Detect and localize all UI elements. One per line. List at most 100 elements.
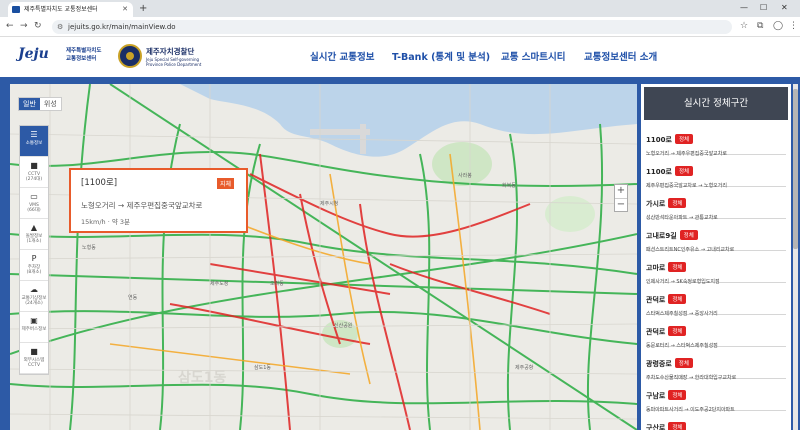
road-name: 관덕로 — [646, 328, 666, 336]
congestion-badge: 정체 — [668, 198, 687, 208]
layer-weather[interactable]: ☁ 교통기상정보 (24개소) — [20, 281, 48, 312]
layers-icon: ☰ — [30, 130, 38, 139]
nav-tbank[interactable]: T-Bank (통계 및 분석) — [392, 49, 490, 63]
congestion-list-item[interactable]: 구남로 정체 동마아파트사거리 → 이도주공2단지아파트 — [646, 379, 786, 413]
layer-parking[interactable]: P 주차장 (8개소) — [20, 250, 48, 281]
zoom-out-button[interactable]: − — [615, 198, 627, 211]
congestion-badge: 정체 — [674, 134, 694, 144]
congestion-badge: 정체 — [668, 262, 687, 272]
bus-icon: ▣ — [30, 316, 38, 325]
layer-vms[interactable]: ▭ VMS (66대) — [20, 188, 48, 219]
map-type-normal[interactable]: 일반 — [19, 98, 40, 110]
police-subtitle: Jeju Special Self-governing Province Pol… — [146, 57, 202, 67]
congestion-badge: 정체 — [679, 230, 698, 240]
browser-tab-bar: 제주특별자치도 교통정보센터 ✕ + — ☐ ✕ — [0, 0, 800, 17]
zoom-in-button[interactable]: + — [615, 185, 627, 198]
popup-status-badge: 지체 — [216, 178, 234, 189]
road-name: 관덕로 — [646, 296, 666, 304]
profile-icon[interactable]: ◯ — [773, 21, 783, 31]
congestion-list-item[interactable]: 관덕로 정체 스타벅스제주칠성점 → 중앙사거리 — [646, 283, 786, 317]
district-label: 삼도1동 — [178, 370, 227, 386]
maximize-icon[interactable]: ☐ — [760, 3, 767, 12]
favicon-icon — [12, 6, 20, 13]
parking-icon: P — [31, 254, 37, 263]
new-tab-icon[interactable]: + — [139, 2, 147, 15]
reload-icon[interactable]: ↻ — [34, 21, 42, 31]
road-name: 1100로 — [646, 136, 672, 144]
congestion-list-item[interactable]: 관덕로 정체 동문로터리 → 스타벅스제주칠성점 — [646, 315, 786, 349]
browser-tab[interactable]: 제주특별자치도 교통정보센터 ✕ — [8, 2, 133, 17]
close-window-icon[interactable]: ✕ — [781, 3, 788, 12]
site-header: Jeju 제주특별자치도 교통정보센터 제주자치경찰단 Jeju Special… — [0, 37, 800, 77]
map-label: 신산공원 — [334, 323, 353, 329]
popup-road-name: [1100로] — [81, 178, 118, 188]
congestion-badge: 정체 — [668, 422, 687, 430]
congestion-list-item[interactable]: 고내로9길 정체 패션스트리트NC인주유소 → 고내리교차로 — [646, 219, 786, 253]
nav-realtime-traffic[interactable]: 실시간 교통정보 — [310, 49, 375, 63]
road-name: 고마로 — [646, 264, 666, 272]
back-icon[interactable]: ← — [6, 21, 14, 31]
congestion-list-item[interactable]: 1100로 정체 제주우편집중국앞교차로 → 노형오거리 — [646, 155, 786, 189]
jeju-logo-subtitle: 제주특별자치도 교통정보센터 — [66, 48, 102, 62]
layer-cctv[interactable]: ■ CCTV (274대) — [20, 157, 48, 188]
road-name: 1100로 — [646, 168, 672, 176]
nav-center-intro[interactable]: 교통정보센터 소개 — [584, 49, 657, 63]
congestion-badge: 정체 — [668, 294, 687, 304]
congestion-panel: 실시간 정체구간 1100로 정체 노형오거리 → 제주우편집중국앞교차로 1100로… — [641, 84, 791, 430]
url-field[interactable]: ⚙ jejuits.go.kr/main/mainView.do — [52, 20, 732, 34]
warning-icon: ▲ — [30, 223, 38, 232]
congestion-list-item[interactable]: 1100로 정체 노형오거리 → 제주우편집중국앞교차로 — [646, 123, 786, 157]
zoom-control: + − — [614, 184, 628, 212]
vms-icon: ▭ — [30, 192, 38, 201]
minimize-icon[interactable]: — — [740, 3, 748, 12]
scrollbar-thumb[interactable] — [793, 89, 798, 249]
panel-title: 실시간 정체구간 — [644, 87, 788, 120]
extensions-icon[interactable]: ⧉ — [757, 21, 763, 31]
weather-icon: ☁ — [30, 285, 38, 294]
address-bar: ← → ↻ ⚙ jejuits.go.kr/main/mainView.do ☆… — [0, 17, 800, 37]
layer-incident[interactable]: ▲ 돌발정보 (1개소) — [20, 219, 48, 250]
police-emblem-icon[interactable] — [118, 44, 142, 68]
popup-speed: 15km/h · 약 3분 — [81, 218, 131, 226]
url-text: jejuits.go.kr/main/mainView.do — [68, 23, 176, 31]
map-label: 제주도청 — [210, 281, 229, 287]
bookmark-star-icon[interactable]: ☆ — [740, 21, 748, 31]
jeju-logo[interactable]: Jeju — [18, 46, 49, 62]
layer-bus[interactable]: ▣ 제주버스정보 — [20, 312, 48, 343]
congestion-list-item[interactable]: 광령중로 정체 주차도수산물직매장 → 한라대학입구교차로 — [646, 347, 786, 381]
panel-scrollbar[interactable] — [793, 84, 798, 430]
police-title[interactable]: 제주자치경찰단 — [146, 46, 194, 57]
map-type-satellite[interactable]: 위성 — [40, 98, 61, 110]
site-info-icon[interactable]: ⚙ — [57, 20, 63, 34]
map-canvas — [10, 84, 637, 430]
layer-traffic[interactable]: ☰ 소통정보 — [20, 126, 48, 157]
menu-icon[interactable]: ⋮ — [789, 21, 798, 31]
map-label: 화북동 — [502, 183, 516, 189]
layer-external-cctv[interactable]: ■ 외부시스템 CCTV — [20, 343, 48, 374]
map-type-toggle: 일반 위성 — [18, 97, 62, 111]
forward-icon[interactable]: → — [20, 21, 28, 31]
congestion-list-item[interactable]: 구산로 정체 — [646, 411, 786, 430]
road-name: 광령중로 — [646, 360, 672, 368]
road-name: 구남로 — [646, 392, 666, 400]
congestion-badge: 정체 — [674, 358, 693, 368]
map-label: 제주시청 — [320, 201, 339, 207]
map-label: 노형동 — [82, 245, 96, 251]
road-name: 고내로9길 — [646, 232, 677, 240]
map-label: 연동 — [128, 295, 138, 301]
road-info-popup: [1100로] 지체 노형오거리 → 제주우편집중국앞교차로 15km/h · … — [69, 168, 248, 233]
congestion-badge: 정체 — [668, 326, 687, 336]
map-layer-menu: ☰ 소통정보 ■ CCTV (274대) ▭ VMS (66대) ▲ 돌발정보 … — [19, 125, 49, 375]
nav-smart-city[interactable]: 교통 스마트시티 — [501, 49, 566, 63]
close-tab-icon[interactable]: ✕ — [122, 2, 128, 17]
congestion-list-item[interactable]: 가시로 정체 성산반석타운아파트 → 관통교차로 — [646, 187, 786, 221]
map-label: 삼도1동 — [254, 365, 271, 371]
traffic-map[interactable]: 삼도1동 사라봉 화북동 제주시청 제주도청 오라동 연동 노형동 삼도1동 신… — [10, 84, 637, 430]
congestion-list: 1100로 정체 노형오거리 → 제주우편집중국앞교차로 1100로 정체 제주우편집중국… — [641, 123, 791, 430]
tab-title: 제주특별자치도 교통정보센터 — [24, 6, 98, 13]
cctv-icon: ■ — [30, 161, 38, 170]
congestion-list-item[interactable]: 고마로 정체 인제사거리 → SK숙정로형입도지점 — [646, 251, 786, 285]
road-name: 가시로 — [646, 200, 666, 208]
popup-route: 노형오거리 → 제주우편집중국앞교차로 — [81, 201, 203, 210]
map-label: 제주공항 — [515, 365, 534, 371]
